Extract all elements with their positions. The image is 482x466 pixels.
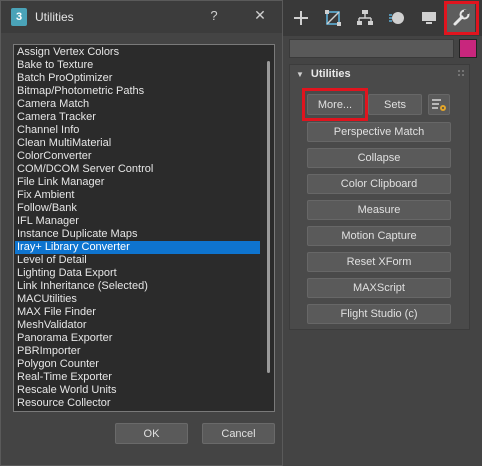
list-item[interactable]: Batch ProOptimizer: [15, 72, 260, 85]
list-item[interactable]: File Link Manager: [15, 176, 260, 189]
rollout-header[interactable]: ▼ Utilities: [290, 65, 469, 83]
utility-button[interactable]: Color Clipboard: [307, 174, 451, 194]
utilities-list-items: Assign Vertex Colors Bake to Texture Batch…: [15, 46, 260, 410]
cancel-button[interactable]: Cancel: [202, 423, 275, 444]
list-item[interactable]: ColorConverter: [15, 150, 260, 163]
tab-modify[interactable]: [319, 4, 347, 32]
rollout-title: Utilities: [310, 68, 351, 80]
list-item[interactable]: Level of Detail: [15, 254, 260, 267]
help-button[interactable]: ?: [206, 8, 222, 26]
list-item[interactable]: Instance Duplicate Maps: [15, 228, 260, 241]
hierarchy-icon: [357, 10, 373, 25]
dialog-titlebar[interactable]: 3 Utilities ? ✕: [1, 1, 282, 33]
tab-create[interactable]: [287, 4, 315, 32]
list-item[interactable]: Panorama Exporter: [15, 332, 260, 345]
list-item[interactable]: Channel Info: [15, 124, 260, 137]
tab-hierarchy[interactable]: [351, 4, 379, 32]
utility-button[interactable]: Collapse: [307, 148, 451, 168]
more-button[interactable]: More...: [307, 94, 363, 115]
utility-button[interactable]: Perspective Match: [307, 122, 451, 142]
list-item[interactable]: Polygon Counter: [15, 358, 260, 371]
list-item[interactable]: Assign Vertex Colors: [15, 46, 260, 59]
object-name-field[interactable]: [289, 39, 454, 58]
configure-button-sets-button[interactable]: [428, 94, 450, 115]
modify-icon: [325, 10, 341, 26]
sets-button[interactable]: Sets: [368, 94, 422, 115]
command-panel-tabs: [283, 0, 482, 36]
command-panel: ▼ Utilities More... Sets Perspective Mat…: [283, 0, 482, 466]
scroll-thumb[interactable]: [267, 61, 270, 373]
utility-button[interactable]: Flight Studio (c): [307, 304, 451, 324]
list-item[interactable]: MAX File Finder: [15, 306, 260, 319]
utility-button[interactable]: Motion Capture: [307, 226, 451, 246]
3dsmax-app-icon: 3: [11, 8, 27, 26]
configure-sets-icon: [432, 98, 446, 111]
list-item[interactable]: Follow/Bank: [15, 202, 260, 215]
utilities-icon: [453, 9, 470, 26]
list-item[interactable]: Camera Match: [15, 98, 260, 111]
ok-button[interactable]: OK: [115, 423, 188, 444]
list-item[interactable]: MACUtilities: [15, 293, 260, 306]
rollout-grip-icon: [457, 69, 465, 77]
list-item[interactable]: Camera Tracker: [15, 111, 260, 124]
list-item[interactable]: Clean MultiMaterial: [15, 137, 260, 150]
motion-icon: [389, 12, 404, 24]
tab-utilities[interactable]: [447, 4, 475, 32]
collapse-triangle-icon: ▼: [296, 69, 304, 79]
list-item[interactable]: MeshValidator: [15, 319, 260, 332]
utility-button[interactable]: MAXScript: [307, 278, 451, 298]
list-item[interactable]: PBRImporter: [15, 345, 260, 358]
list-item[interactable]: Fix Ambient: [15, 189, 260, 202]
create-icon: [294, 11, 308, 25]
list-item[interactable]: Resource Collector: [15, 397, 260, 410]
list-item[interactable]: Real-Time Exporter: [15, 371, 260, 384]
list-item[interactable]: Bake to Texture: [15, 59, 260, 72]
list-item[interactable]: Lighting Data Export: [15, 267, 260, 280]
display-icon: [422, 12, 436, 24]
list-item[interactable]: IFL Manager: [15, 215, 260, 228]
list-item[interactable]: Rescale World Units: [15, 384, 260, 397]
list-item-selected[interactable]: Iray+ Library Converter: [15, 241, 260, 254]
list-item[interactable]: COM/DCOM Server Control: [15, 163, 260, 176]
utilities-dialog: 3 Utilities ? ✕ Assign Vertex Colors Bake…: [0, 0, 283, 466]
tab-motion[interactable]: [383, 4, 411, 32]
list-item[interactable]: Bitmap/Photometric Paths: [15, 85, 260, 98]
utility-button[interactable]: Measure: [307, 200, 451, 220]
utilities-rollout: ▼ Utilities More... Sets Perspective Mat…: [289, 64, 470, 330]
close-button[interactable]: ✕: [249, 7, 271, 27]
list-item[interactable]: Link Inheritance (Selected): [15, 280, 260, 293]
utilities-list[interactable]: Assign Vertex Colors Bake to Texture Batch…: [13, 44, 275, 412]
tab-display[interactable]: [415, 4, 443, 32]
list-scrollbar[interactable]: [264, 47, 274, 409]
utility-button[interactable]: Reset XForm: [307, 252, 451, 272]
dialog-title: Utilities: [35, 10, 74, 24]
object-color-swatch[interactable]: [459, 39, 477, 58]
